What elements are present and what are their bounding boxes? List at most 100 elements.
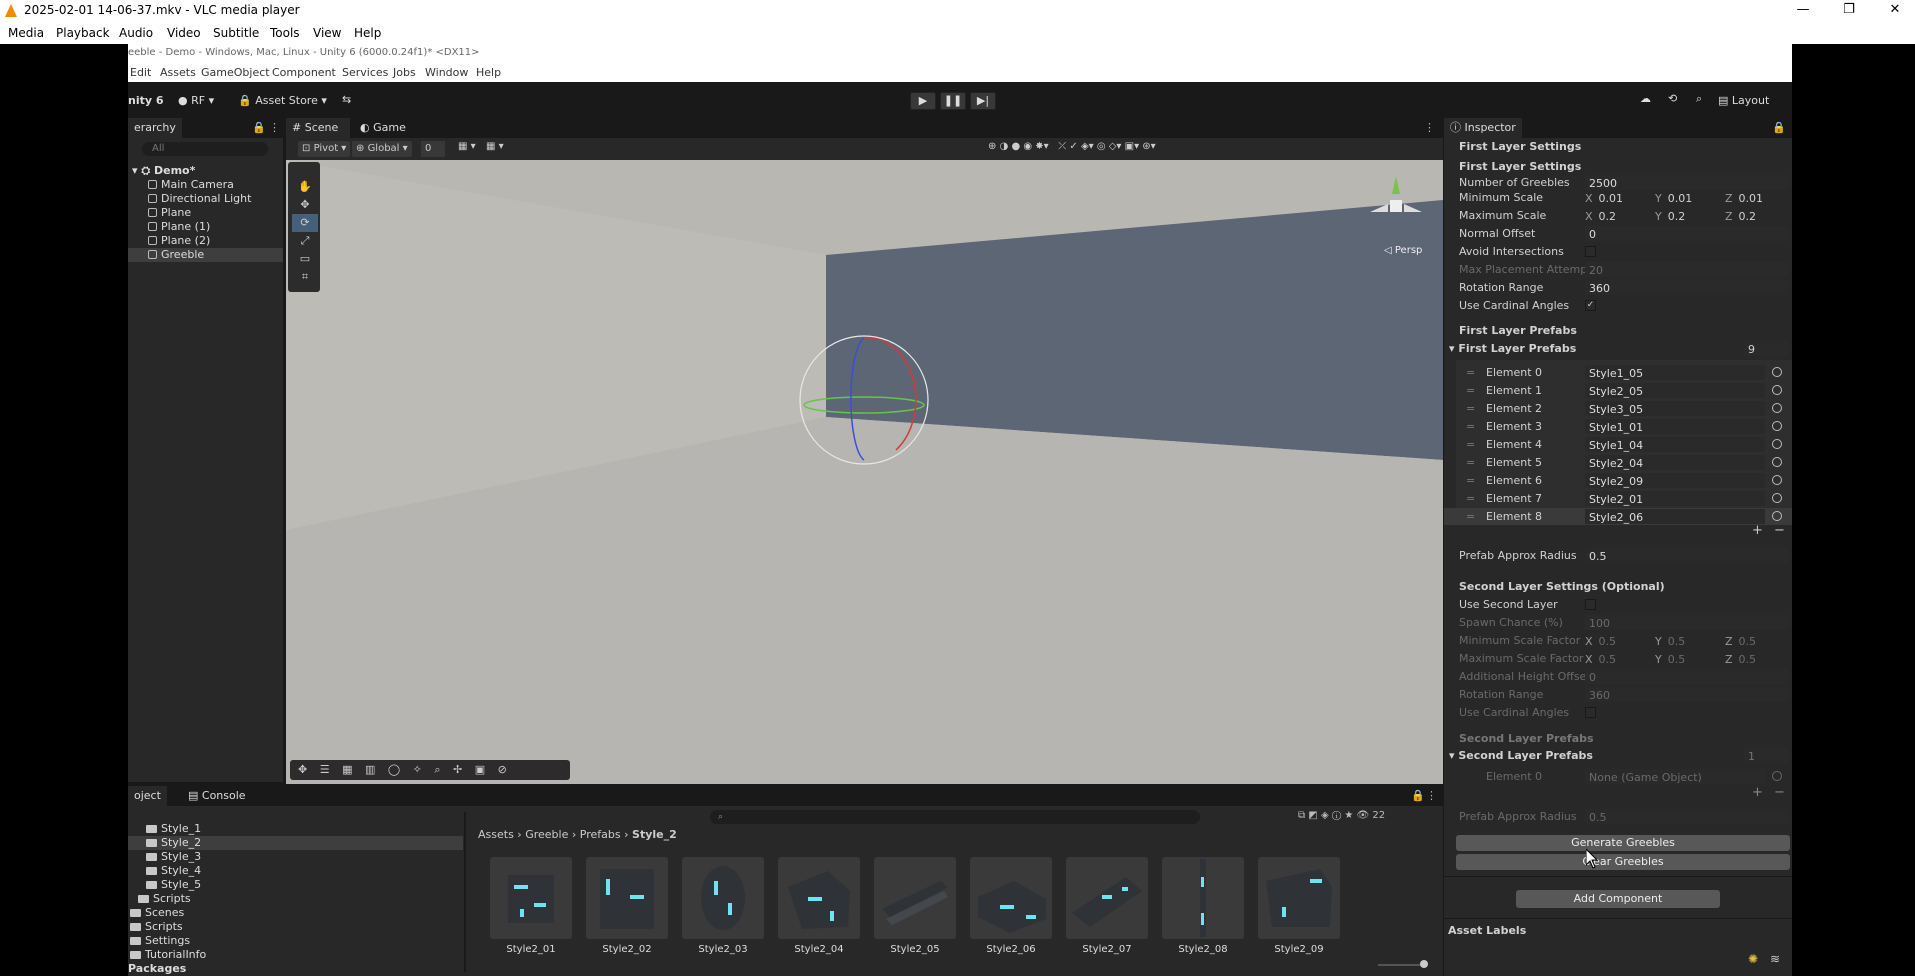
project-folder-scenes[interactable]: Scenes: [130, 906, 184, 920]
first-layer-prefabs-foldout[interactable]: ▾ First Layer Prefabs 9: [1444, 340, 1792, 357]
step-button[interactable]: ▶|: [970, 92, 996, 110]
number-of-greebles-input[interactable]: 2500: [1585, 175, 1788, 190]
max-placement-attempts-input[interactable]: 20: [1585, 262, 1788, 277]
hierarchy-item-plane-1[interactable]: Plane (1): [148, 220, 210, 234]
rotation-range-input[interactable]: 360: [1585, 280, 1788, 295]
vlc-menu-video[interactable]: Video: [167, 26, 201, 40]
breadcrumb-prefabs[interactable]: Prefabs: [580, 828, 621, 841]
persp-label[interactable]: ◁ Persp: [1384, 245, 1422, 256]
project-search-input[interactable]: ⌕: [710, 810, 1200, 824]
project-folder-style3[interactable]: Style_3: [146, 850, 201, 864]
scale-tool-icon[interactable]: ⤢: [292, 232, 318, 250]
hierarchy-search-input[interactable]: All: [142, 142, 268, 156]
remove-element-button-2[interactable]: −: [1774, 785, 1785, 800]
normal-offset-input[interactable]: 0: [1585, 226, 1788, 241]
object-picker-icon[interactable]: [1772, 439, 1782, 449]
min-scale-factor-z[interactable]: Z 0.5: [1725, 633, 1791, 648]
object-picker-icon[interactable]: [1772, 475, 1782, 485]
prefab-count-input[interactable]: 9: [1744, 341, 1788, 356]
list-item[interactable]: = Element 7 Style2_01: [1444, 490, 1792, 507]
list-item[interactable]: = Element 3 Style1_01: [1444, 418, 1792, 435]
hierarchy-item-plane-2[interactable]: Plane (2): [148, 234, 210, 248]
element-object-field[interactable]: Style3_05: [1585, 401, 1765, 416]
vlc-menu-view[interactable]: View: [313, 26, 341, 40]
list-item[interactable]: = Element 5 Style2_04: [1444, 454, 1792, 471]
list-item[interactable]: Element 0 None (Game Object): [1444, 768, 1792, 785]
second-layer-prefabs-foldout[interactable]: ▾ Second Layer Prefabs 1: [1444, 747, 1792, 764]
hierarchy-item-plane[interactable]: Plane: [148, 206, 191, 220]
grid-snap-icon[interactable]: ▦ ▾: [458, 141, 476, 152]
vlc-menu-playback[interactable]: Playback: [56, 26, 110, 40]
asset-tile[interactable]: Style2_08: [1162, 857, 1244, 957]
maximize-button[interactable]: ❐: [1826, 0, 1872, 22]
unity-menu-edit[interactable]: Edit: [130, 66, 151, 79]
lightbulb-icon[interactable]: ✺: [1748, 952, 1758, 966]
asset-tile[interactable]: Style2_01: [490, 857, 572, 957]
asset-tile[interactable]: Style2_09: [1258, 857, 1340, 957]
list-item[interactable]: = Element 8 Style2_06: [1444, 508, 1792, 525]
project-folder-tutorialinfo[interactable]: TutorialInfo: [130, 948, 206, 962]
breadcrumb-greeble[interactable]: Greeble: [525, 828, 568, 841]
unity-menu-component[interactable]: Component: [272, 66, 336, 79]
element-object-field[interactable]: Style2_04: [1585, 455, 1765, 470]
unity-menu-services[interactable]: Services: [342, 66, 388, 79]
rect-tool-icon[interactable]: ▭: [292, 250, 318, 268]
scene-viewport[interactable]: ✋ ✥ ⟳ ⤢ ▭ ⌗ ◁ Persp ✥ ☰ ▦ ▥ ◯ ✧ ⌕ ✢ ▣ ⊘: [286, 160, 1443, 784]
add-element-button-2[interactable]: +: [1752, 785, 1763, 800]
unity-menu-assets[interactable]: Assets: [160, 66, 196, 79]
prefab-approx-radius-2-input[interactable]: 0.5: [1585, 809, 1788, 824]
vlc-menu-subtitle[interactable]: Subtitle: [213, 26, 259, 40]
object-picker-icon[interactable]: [1772, 403, 1782, 413]
object-picker-icon[interactable]: [1772, 421, 1782, 431]
maximum-scale-x[interactable]: X 0.2: [1585, 208, 1651, 223]
element-object-field[interactable]: Style2_01: [1585, 491, 1765, 506]
pause-button[interactable]: ❚❚: [940, 92, 966, 110]
object-picker-icon[interactable]: [1772, 771, 1782, 781]
tab-scene[interactable]: # Scene: [286, 118, 350, 138]
hierarchy-item-main-camera[interactable]: Main Camera: [148, 178, 234, 192]
move-tool-icon[interactable]: ✥: [292, 196, 318, 214]
element-object-field[interactable]: Style1_01: [1585, 419, 1765, 434]
play-button[interactable]: ▶: [910, 92, 936, 110]
prefab-approx-radius-input[interactable]: 0.5: [1585, 548, 1788, 563]
project-folder-style2[interactable]: Style_2: [146, 836, 201, 850]
breadcrumb-style2[interactable]: Style_2: [632, 828, 677, 841]
cloud-icon[interactable]: ☁: [1640, 92, 1651, 105]
list-item[interactable]: = Element 1 Style2_05: [1444, 382, 1792, 399]
layout-dropdown[interactable]: ▤ Layout: [1718, 94, 1769, 107]
project-folder-scripts-sub[interactable]: Scripts: [138, 892, 191, 906]
object-picker-icon[interactable]: [1772, 367, 1782, 377]
pivot-dropdown[interactable]: ⊡ Pivot ▾: [298, 141, 351, 157]
second-prefab-count-input[interactable]: 1: [1744, 748, 1788, 763]
remove-element-button[interactable]: −: [1774, 523, 1785, 538]
additional-height-offset-input[interactable]: 0: [1585, 669, 1788, 684]
close-button[interactable]: ✕: [1872, 0, 1915, 22]
project-folder-style1[interactable]: Style_1: [146, 822, 201, 836]
rotate-tool-icon[interactable]: ⟳: [292, 214, 318, 232]
minimum-scale-y[interactable]: Y 0.01: [1655, 190, 1721, 205]
asset-tile[interactable]: Style2_03: [682, 857, 764, 957]
asset-tile[interactable]: Style2_02: [586, 857, 668, 957]
asset-tile[interactable]: Style2_07: [1066, 857, 1148, 957]
element-object-field[interactable]: None (Game Object): [1585, 769, 1765, 784]
tab-game[interactable]: ◐ Game: [354, 118, 412, 138]
vlc-menu-media[interactable]: Media: [8, 26, 44, 40]
tab-inspector[interactable]: ⓘ Inspector: [1444, 118, 1522, 138]
inspector-lock-icon[interactable]: 🔒: [1772, 121, 1786, 134]
tab-hierarchy[interactable]: erarchy: [128, 118, 182, 138]
hierarchy-item-greeble[interactable]: Greeble: [148, 248, 204, 262]
global-dropdown[interactable]: ⊕ Global ▾: [352, 141, 412, 157]
min-scale-factor-y[interactable]: Y 0.5: [1655, 633, 1721, 648]
use-cardinal-angles-2-checkbox[interactable]: [1585, 707, 1596, 718]
avoid-intersections-checkbox[interactable]: [1585, 246, 1596, 257]
vlc-menu-audio[interactable]: Audio: [119, 26, 153, 40]
element-object-field[interactable]: Style2_05: [1585, 383, 1765, 398]
vlc-menu-tools[interactable]: Tools: [270, 26, 300, 40]
grid-icon[interactable]: ▦ ▾: [486, 141, 504, 152]
list-item[interactable]: = Element 6 Style2_09: [1444, 472, 1792, 489]
overlay-toolbar[interactable]: ✥ ☰ ▦ ▥ ◯ ✧ ⌕ ✢ ▣ ⊘: [290, 760, 570, 780]
project-folder-scripts[interactable]: Scripts: [130, 920, 183, 934]
minimum-scale-x[interactable]: X 0.01: [1585, 190, 1651, 205]
asset-tile[interactable]: Style2_04: [778, 857, 860, 957]
spawn-chance-input[interactable]: 100: [1585, 615, 1788, 630]
